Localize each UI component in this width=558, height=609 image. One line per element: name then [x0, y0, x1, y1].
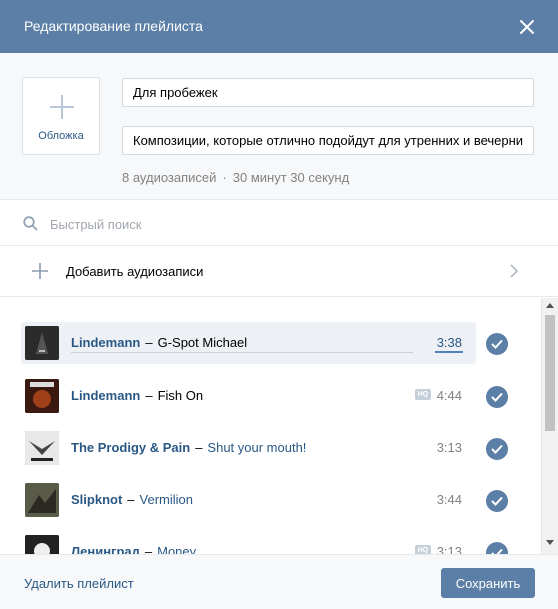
- track-duration: 3:44: [436, 492, 462, 507]
- playlist-description-input[interactable]: [122, 126, 534, 155]
- track-dash: –: [195, 440, 203, 455]
- plus-icon: [50, 95, 74, 119]
- chevron-right-icon: [510, 264, 519, 278]
- close-icon: [520, 20, 534, 34]
- track-cover: [25, 535, 59, 554]
- track-selected-check[interactable]: [486, 490, 508, 512]
- close-button[interactable]: [512, 12, 542, 42]
- track-duration: 3:13: [436, 440, 462, 455]
- track-row[interactable]: Lindemann – G-Spot Michael 3:38: [21, 322, 476, 364]
- track-info: Ленинград – Money: [71, 544, 196, 554]
- hq-badge: HQ: [415, 545, 431, 554]
- stats-separator: ·: [222, 170, 227, 185]
- modal-title: Редактирование плейлиста: [24, 18, 203, 34]
- track-row[interactable]: Lindemann – Fish On HQ 4:44: [21, 375, 476, 417]
- track-row[interactable]: Slipknot – Vermilion 3:44: [21, 479, 476, 521]
- track-title[interactable]: Money: [157, 544, 196, 554]
- track-info: The Prodigy & Pain – Shut your mouth!: [71, 440, 306, 455]
- track-artist[interactable]: Ленинград: [71, 544, 140, 554]
- plus-icon: [32, 263, 48, 279]
- track-selected-check[interactable]: [486, 542, 508, 554]
- save-button[interactable]: Сохранить: [441, 568, 535, 598]
- checkmark-icon: [491, 392, 503, 402]
- track-artist[interactable]: Lindemann: [71, 388, 140, 403]
- scrollbar[interactable]: [541, 298, 558, 554]
- track-cover: [25, 483, 59, 517]
- search-icon: [23, 216, 38, 231]
- scrollbar-thumb[interactable]: [545, 315, 555, 431]
- track-title[interactable]: Shut your mouth!: [207, 440, 306, 455]
- track-info: Lindemann – Fish On: [71, 388, 203, 403]
- track-dash: –: [145, 388, 153, 403]
- cover-label: Обложка: [38, 130, 84, 142]
- checkmark-icon: [491, 339, 503, 349]
- track-artist[interactable]: Slipknot: [71, 492, 122, 507]
- playlist-stats: 8 аудиозаписей · 30 минут 30 секунд: [122, 170, 349, 185]
- track-selected-check[interactable]: [486, 438, 508, 460]
- track-count: 8 аудиозаписей: [122, 170, 217, 185]
- scroll-up-arrow-icon[interactable]: [546, 302, 554, 308]
- track-duration: 3:13: [436, 544, 462, 554]
- track-row[interactable]: Ленинград – Money HQ 3:13: [21, 531, 476, 554]
- track-row[interactable]: The Prodigy & Pain – Shut your mouth! 3:13: [21, 427, 476, 469]
- track-artist[interactable]: Lindemann: [71, 335, 140, 350]
- playlist-title-input[interactable]: [122, 78, 534, 107]
- track-list: Lindemann – G-Spot Michael 3:38 Lindemann –…: [0, 298, 558, 554]
- add-audio-button[interactable]: Добавить аудиозаписи: [0, 246, 558, 297]
- progress-indicator: [435, 351, 463, 353]
- add-audio-label: Добавить аудиозаписи: [66, 264, 204, 279]
- hq-badge: HQ: [415, 389, 431, 400]
- track-cover: [25, 431, 59, 465]
- track-dash: –: [144, 544, 153, 554]
- search-bar: [0, 201, 558, 246]
- track-cover: [25, 379, 59, 413]
- track-duration: 4:44: [436, 388, 462, 403]
- track-dash: –: [127, 492, 135, 507]
- track-selected-check[interactable]: [486, 386, 508, 408]
- track-title: G-Spot Michael: [157, 335, 248, 350]
- track-selected-check[interactable]: [486, 333, 508, 355]
- track-title[interactable]: Vermilion: [140, 492, 193, 507]
- checkmark-icon: [491, 444, 503, 454]
- delete-playlist-link[interactable]: Удалить плейлист: [24, 576, 134, 591]
- search-input[interactable]: [50, 213, 530, 235]
- playlist-info-section: Обложка 8 аудиозаписей · 30 минут 30 секун…: [0, 53, 558, 200]
- track-dash: –: [145, 335, 153, 350]
- total-duration: 30 минут 30 секунд: [232, 170, 350, 185]
- track-title: Fish On: [157, 388, 204, 403]
- scroll-down-arrow-icon[interactable]: [546, 540, 554, 546]
- track-artist[interactable]: The Prodigy & Pain: [71, 440, 190, 455]
- track-cover: [25, 326, 59, 360]
- cover-upload-button[interactable]: Обложка: [22, 77, 100, 155]
- checkmark-icon: [491, 496, 503, 506]
- track-info: Slipknot – Vermilion: [71, 492, 193, 507]
- modal-footer: Удалить плейлист Сохранить: [0, 554, 558, 609]
- track-duration: 3:38: [436, 335, 462, 350]
- track-info: Lindemann – G-Spot Michael: [71, 335, 247, 350]
- modal-header: Редактирование плейлиста: [0, 0, 558, 53]
- progress-bar[interactable]: [71, 352, 413, 353]
